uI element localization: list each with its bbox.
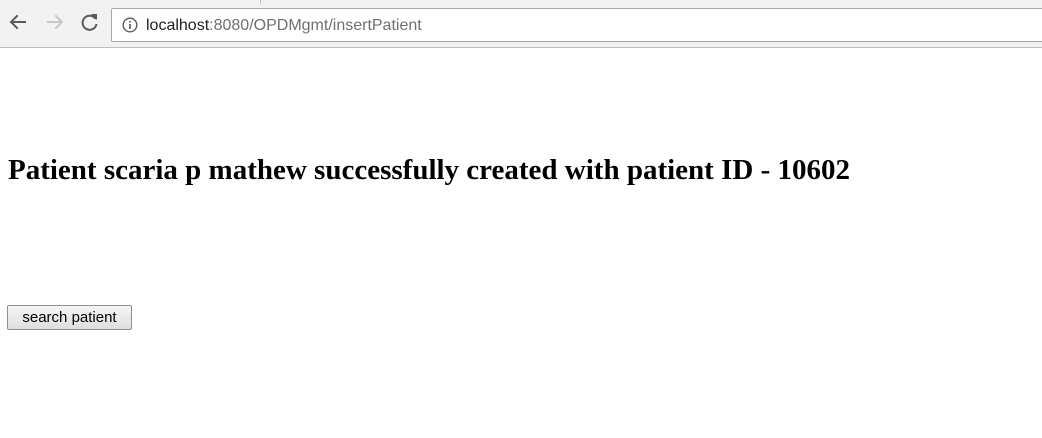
arrow-right-icon — [45, 12, 65, 37]
active-tab-edge[interactable] — [0, 0, 261, 4]
url-host: localhost — [146, 17, 210, 34]
url-path: :8080/OPDMgmt/insertPatient — [209, 17, 422, 34]
address-bar[interactable]: localhost:8080/OPDMgmt/insertPatient — [111, 8, 1042, 42]
search-patient-button[interactable]: search patient — [7, 305, 132, 330]
info-icon[interactable] — [122, 17, 138, 33]
reload-icon — [80, 12, 100, 37]
success-message: Patient scaria p mathew successfully cre… — [8, 154, 850, 186]
url-text[interactable]: localhost:8080/OPDMgmt/insertPatient — [146, 16, 422, 36]
back-button[interactable] — [5, 11, 31, 37]
forward-button[interactable] — [42, 11, 68, 37]
browser-toolbar: localhost:8080/OPDMgmt/insertPatient — [0, 0, 1042, 48]
arrow-left-icon — [8, 12, 28, 37]
reload-button[interactable] — [77, 11, 103, 37]
